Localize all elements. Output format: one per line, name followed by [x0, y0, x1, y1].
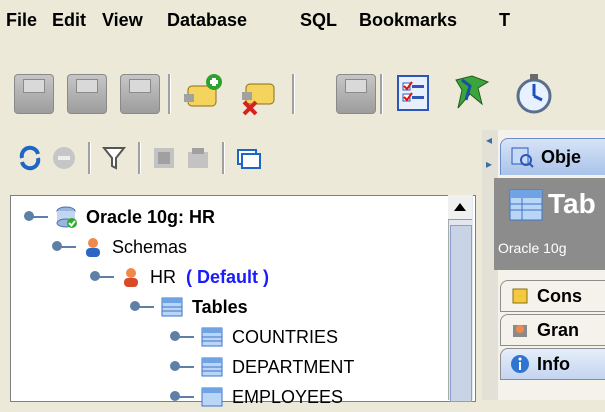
tree-connector [90, 271, 114, 281]
tab-object[interactable]: Obje [500, 138, 605, 175]
tree-schemas[interactable]: Schemas [52, 232, 188, 262]
tree-schema-hr[interactable]: HR ( Default ) [90, 262, 269, 292]
menu-view[interactable]: View [102, 10, 143, 31]
bookmark-icon[interactable] [452, 74, 492, 114]
splitter-right-arrow[interactable]: ▸ [486, 158, 494, 170]
tree-toolbar-separator [222, 142, 225, 174]
tree-table-item[interactable]: DEPARTMENT [170, 352, 355, 382]
tree-schema-label: HR [150, 266, 176, 287]
constraint-icon [512, 288, 528, 304]
table-name: EMPLOYEES [232, 386, 344, 407]
tree-connection-label: Oracle 10g: HR [86, 206, 216, 227]
scroll-thumb[interactable] [450, 225, 472, 402]
tree-toolbar-separator [88, 142, 91, 174]
table-name: COUNTRIES [232, 326, 339, 347]
toolbar-separator [168, 74, 171, 114]
stop-icon[interactable] [336, 74, 376, 114]
stopwatch-icon[interactable] [514, 72, 554, 116]
tree-table-item[interactable]: EMPLOYEES [170, 382, 344, 412]
filter-icon[interactable] [100, 144, 128, 172]
toolbar-separator [292, 74, 295, 114]
table-icon [201, 387, 223, 407]
stop-icon[interactable] [50, 144, 78, 172]
tree-connector [170, 361, 194, 371]
object-subtitle: Oracle 10g [498, 240, 567, 256]
tab-object-label: Obje [541, 146, 582, 167]
new-window-icon[interactable] [234, 144, 262, 172]
user-icon [124, 268, 138, 287]
tab-grants-label: Gran [537, 319, 580, 340]
table-icon [201, 357, 223, 377]
default-tag: ( Default ) [186, 266, 269, 287]
tree-connector [170, 331, 194, 341]
scroll-up-button[interactable] [448, 195, 472, 220]
menu-bar: File Edit View Database SQL Bookmarks T [0, 0, 605, 44]
menu-bookmarks[interactable]: Bookmarks [359, 10, 457, 31]
table-icon [201, 327, 223, 347]
tree-connector [52, 241, 76, 251]
tab-info-label: Info [537, 353, 570, 374]
table-name: DEPARTMENT [232, 356, 355, 377]
disconnect-icon[interactable] [238, 72, 284, 116]
expand-icon[interactable] [184, 144, 212, 172]
tab-info[interactable]: Info [500, 348, 605, 380]
disk-icon-3[interactable] [120, 74, 160, 114]
tree-table-item[interactable]: COUNTRIES [170, 322, 339, 352]
connect-icon[interactable] [180, 72, 226, 116]
tab-constraints[interactable]: Cons [500, 280, 605, 312]
tree-connector [130, 301, 154, 311]
database-icon [56, 206, 77, 228]
tree-tables-label: Tables [192, 296, 248, 317]
tree-toolbar-separator [138, 142, 141, 174]
refresh-icon[interactable] [16, 144, 44, 172]
tab-grants[interactable]: Gran [500, 314, 605, 346]
menu-file[interactable]: File [6, 10, 37, 31]
tree-tables[interactable]: Tables [130, 292, 248, 322]
disk-icon-2[interactable] [67, 74, 107, 114]
tree-schemas-label: Schemas [112, 236, 188, 257]
menu-edit[interactable]: Edit [52, 10, 86, 31]
object-title: Tab [548, 188, 596, 219]
toolbar-separator [380, 74, 383, 114]
tree-connector [170, 391, 194, 401]
disk-icon-1[interactable] [14, 74, 54, 114]
grant-icon [513, 325, 527, 337]
info-icon [511, 355, 529, 373]
table-icon [161, 297, 183, 317]
table-icon [509, 189, 543, 221]
tab-constraints-label: Cons [537, 285, 582, 306]
object-icon [511, 147, 534, 168]
user-icon [86, 238, 100, 257]
menu-tools-partial[interactable]: T [499, 10, 510, 31]
tree-connection[interactable]: Oracle 10g: HR [24, 202, 216, 232]
splitter-left-arrow[interactable]: ◂ [486, 134, 494, 146]
checklist-icon[interactable] [394, 74, 434, 114]
collapse-icon[interactable] [150, 144, 178, 172]
menu-database[interactable]: Database [167, 10, 247, 31]
menu-sql[interactable]: SQL [300, 10, 337, 31]
tree-connector [24, 211, 48, 221]
